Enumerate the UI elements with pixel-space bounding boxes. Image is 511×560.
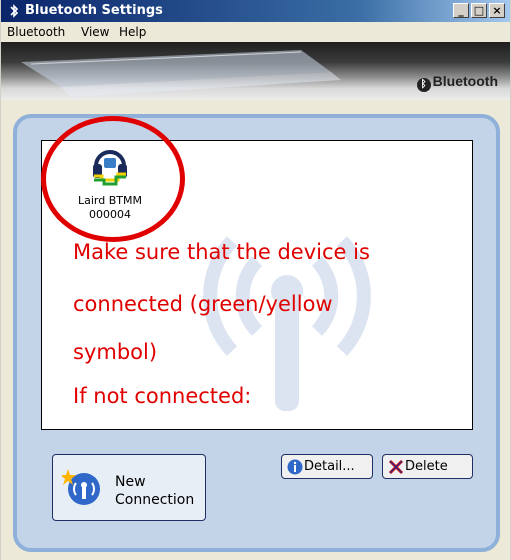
new-connection-label: New Connection — [115, 474, 195, 508]
new-connection-button[interactable]: New Connection — [52, 454, 206, 521]
maximize-button[interactable]: □ — [471, 3, 487, 18]
close-button[interactable]: × — [489, 3, 505, 18]
bluetooth-settings-window: Bluetooth Settings _ □ × Bluetooth View … — [0, 0, 511, 560]
menu-bluetooth[interactable]: Bluetooth — [7, 25, 65, 39]
delete-button[interactable]: Delete — [382, 454, 473, 479]
bluetooth-icon — [10, 4, 19, 18]
new-connection-icon — [62, 469, 100, 505]
menu-bar: Bluetooth View Help — [1, 22, 510, 42]
bluetooth-banner: ᛒ Bluetooth — [1, 42, 510, 100]
window-title: Bluetooth Settings — [25, 3, 163, 18]
annotation-line-2: connected (green/yellow — [73, 292, 333, 316]
bluetooth-brand-icon: ᛒ — [416, 78, 431, 92]
annotation-line-3: symbol) — [73, 340, 158, 364]
info-icon — [287, 459, 303, 475]
menu-help[interactable]: Help — [119, 25, 146, 39]
annotation-line-4: If not connected: — [73, 384, 252, 408]
annotation-line-1: Make sure that the device is — [73, 240, 370, 264]
title-bar[interactable]: Bluetooth Settings _ □ × — [1, 0, 510, 22]
delete-icon — [388, 459, 404, 475]
detail-button[interactable]: Detail... — [281, 454, 373, 479]
bluetooth-brand: ᛒ Bluetooth — [416, 73, 498, 92]
minimize-button[interactable]: _ — [453, 3, 469, 18]
menu-view[interactable]: View — [81, 25, 109, 39]
highlight-circle — [41, 116, 185, 242]
